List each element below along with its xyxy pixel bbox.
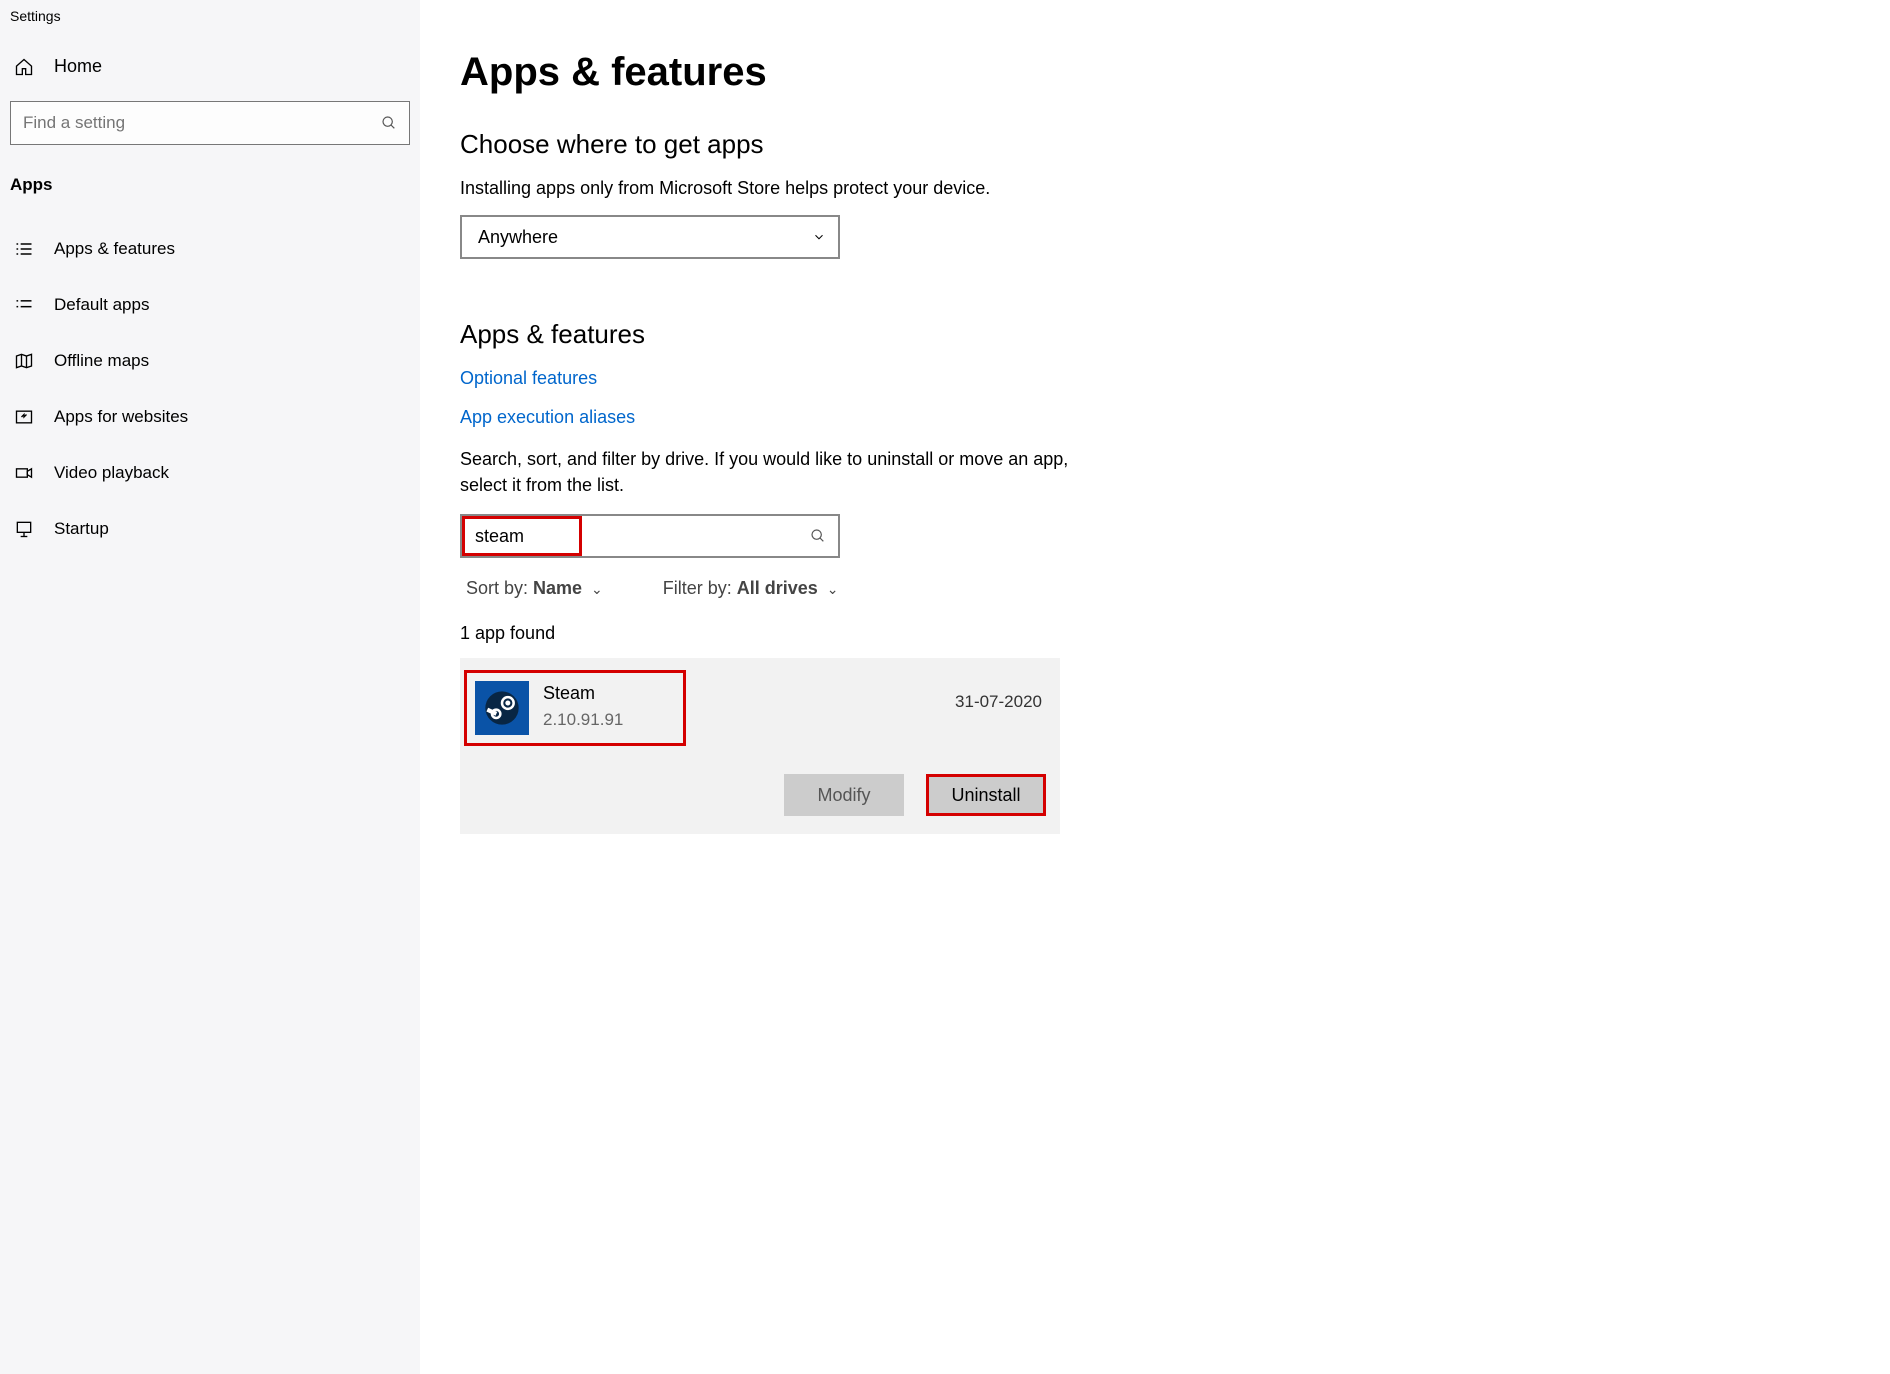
sidebar-search[interactable] (10, 101, 410, 145)
sidebar-item-video-playback[interactable]: Video playback (0, 445, 420, 501)
sort-value: Name (533, 578, 582, 598)
app-name: Steam (543, 683, 623, 704)
choose-hint: Installing apps only from Microsoft Stor… (460, 178, 1890, 199)
app-list: Steam 2.10.91.91 31-07-2020 Modify Unins… (460, 658, 1060, 834)
defaults-icon (14, 295, 34, 315)
sidebar-search-input[interactable] (23, 113, 381, 133)
sidebar-item-label: Default apps (54, 295, 149, 315)
choose-heading: Choose where to get apps (460, 129, 1890, 160)
chevron-down-icon: ⌄ (587, 581, 603, 597)
sidebar-item-default-apps[interactable]: Default apps (0, 277, 420, 333)
app-source-value: Anywhere (478, 227, 558, 248)
sidebar-item-label: Apps & features (54, 239, 175, 259)
app-source-select[interactable]: Anywhere (460, 215, 840, 259)
sidebar-item-label: Offline maps (54, 351, 149, 371)
search-icon (381, 115, 397, 131)
modify-button[interactable]: Modify (784, 774, 904, 816)
startup-icon (14, 519, 34, 539)
page-title: Apps & features (460, 50, 1890, 95)
app-search[interactable]: steam (460, 514, 840, 558)
sort-label: Sort by: (466, 578, 528, 598)
sidebar-section-label: Apps (0, 167, 420, 221)
video-icon (14, 463, 34, 483)
filter-label: Filter by: (663, 578, 732, 598)
filter-value: All drives (737, 578, 818, 598)
main-content: Apps & features Choose where to get apps… (420, 0, 1890, 1374)
filter-by[interactable]: Filter by: All drives ⌄ (663, 578, 839, 599)
sort-by[interactable]: Sort by: Name ⌄ (466, 578, 603, 599)
list-description: Search, sort, and filter by drive. If yo… (460, 446, 1080, 498)
app-version: 2.10.91.91 (543, 710, 623, 730)
apps-features-heading: Apps & features (460, 319, 1890, 350)
link-app-aliases[interactable]: App execution aliases (460, 407, 635, 428)
link-optional-features[interactable]: Optional features (460, 368, 597, 389)
home-icon (14, 57, 34, 77)
search-icon (810, 528, 826, 544)
external-icon (14, 407, 34, 427)
nav-home-label: Home (54, 56, 102, 77)
chevron-down-icon: ⌄ (823, 581, 839, 597)
sidebar: Settings Home Apps Apps & features Defau… (0, 0, 420, 1374)
sidebar-item-startup[interactable]: Startup (0, 501, 420, 557)
map-icon (14, 351, 34, 371)
sidebar-item-label: Video playback (54, 463, 169, 483)
window-title: Settings (0, 0, 420, 42)
app-actions: Modify Uninstall (460, 758, 1060, 834)
results-count: 1 app found (460, 623, 1890, 644)
chevron-down-icon (812, 230, 826, 244)
sidebar-item-label: Startup (54, 519, 109, 539)
list-icon (14, 239, 34, 259)
nav-home[interactable]: Home (0, 42, 420, 91)
sidebar-item-label: Apps for websites (54, 407, 188, 427)
app-search-value[interactable]: steam (462, 516, 582, 556)
sort-filter-bar: Sort by: Name ⌄ Filter by: All drives ⌄ (460, 578, 1890, 599)
steam-icon (475, 681, 529, 735)
app-install-date: 31-07-2020 (955, 692, 1042, 712)
sidebar-item-apps-websites[interactable]: Apps for websites (0, 389, 420, 445)
uninstall-button[interactable]: Uninstall (926, 774, 1046, 816)
sidebar-item-apps-features[interactable]: Apps & features (0, 221, 420, 277)
sidebar-item-offline-maps[interactable]: Offline maps (0, 333, 420, 389)
app-list-item[interactable]: Steam 2.10.91.91 31-07-2020 (460, 658, 1060, 758)
app-highlight: Steam 2.10.91.91 (464, 670, 686, 746)
